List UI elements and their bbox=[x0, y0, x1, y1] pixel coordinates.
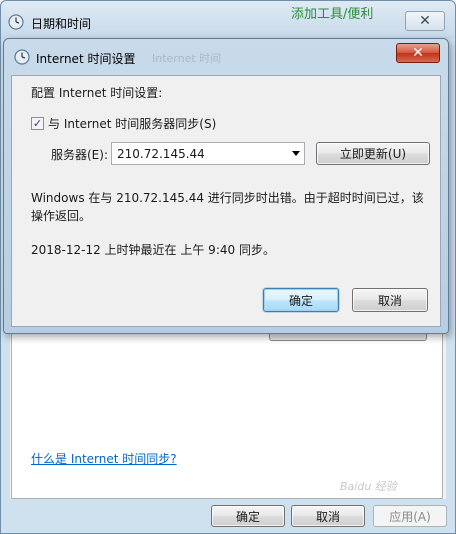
dialog-titlebar: Internet 时间设置 Internet 时间 ✕ bbox=[4, 39, 448, 75]
date-time-cancel-button[interactable]: 取消 bbox=[291, 505, 365, 527]
date-time-close-button[interactable]: ✕ bbox=[405, 11, 445, 31]
date-time-apply-button[interactable]: 应用(A) bbox=[373, 505, 447, 527]
watermark: Baidu 经验 bbox=[340, 480, 397, 493]
dialog-close-button[interactable]: ✕ bbox=[396, 43, 440, 63]
clock-globe-icon bbox=[8, 14, 24, 30]
dialog-cancel-button[interactable]: 取消 bbox=[352, 288, 428, 312]
internet-time-tab-panel bbox=[11, 331, 443, 499]
last-sync-status: 2018-12-12 上时钟最近在 上午 9:40 同步。 bbox=[31, 243, 275, 257]
sync-option-row[interactable]: ✓ 与 Internet 时间服务器同步(S) bbox=[31, 115, 216, 132]
server-value: 210.72.145.44 bbox=[117, 147, 205, 161]
configure-prompt: 配置 Internet 时间设置: bbox=[31, 86, 163, 100]
internet-time-help-link[interactable]: 什么是 Internet 时间同步? bbox=[31, 450, 177, 467]
internet-time-settings-dialog: Internet 时间设置 Internet 时间 ✕ 配置 Internet … bbox=[3, 38, 449, 334]
date-time-titlebar: 日期和时间 添加工具/便利 ✕ bbox=[1, 1, 455, 39]
server-dropdown[interactable]: 210.72.145.44 bbox=[111, 142, 305, 165]
sync-error-message: Windows 在与 210.72.145.44 进行同步时出错。由于超时时间已… bbox=[31, 191, 424, 223]
dialog-ok-button[interactable]: 确定 bbox=[263, 288, 339, 312]
dialog-title: Internet 时间设置 bbox=[36, 52, 136, 66]
dialog-title-reflection: Internet 时间 bbox=[152, 52, 222, 65]
clock-globe-icon bbox=[14, 49, 30, 65]
dialog-client-area: 配置 Internet 时间设置: ✓ 与 Internet 时间服务器同步(S… bbox=[11, 75, 441, 327]
partial-top-link[interactable]: 添加工具/便利 bbox=[291, 3, 373, 22]
update-now-button[interactable]: 立即更新(U) bbox=[316, 142, 430, 165]
chevron-down-icon[interactable] bbox=[292, 151, 300, 156]
sync-checkbox-label[interactable]: 与 Internet 时间服务器同步(S) bbox=[48, 115, 216, 132]
date-time-window-title: 日期和时间 bbox=[31, 17, 92, 31]
server-label: 服务器(E): bbox=[51, 148, 108, 162]
sync-checkbox[interactable]: ✓ bbox=[31, 117, 44, 130]
date-time-ok-button[interactable]: 确定 bbox=[211, 505, 285, 527]
